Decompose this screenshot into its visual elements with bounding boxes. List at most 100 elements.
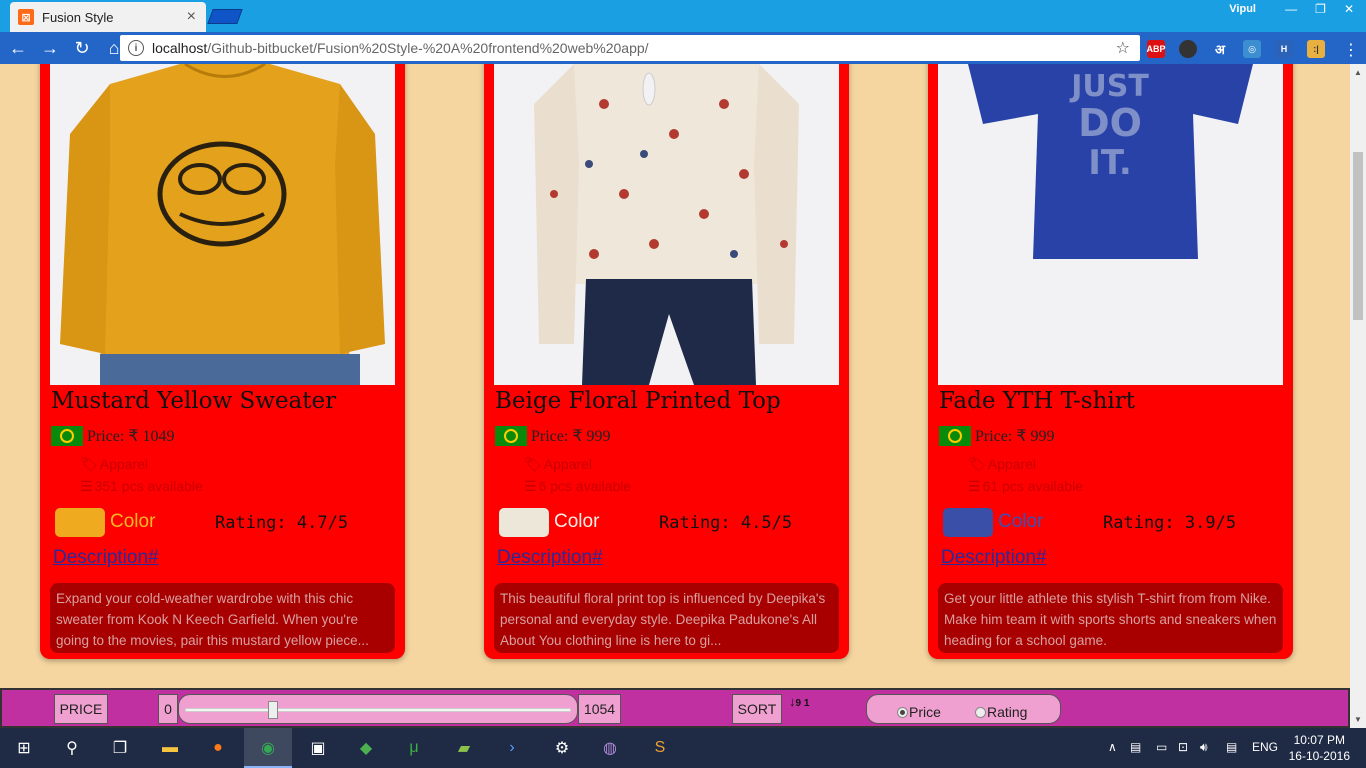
battery-icon[interactable]: ▭ xyxy=(1156,740,1167,754)
hindi-input-icon[interactable]: अ xyxy=(1211,40,1229,58)
sort-button[interactable]: SORT xyxy=(732,694,782,724)
radio-price-label: Price xyxy=(909,704,941,720)
description-link[interactable]: Description# xyxy=(497,547,603,569)
price-range-slider[interactable] xyxy=(178,694,578,724)
settings-gear-icon[interactable]: ⚙ xyxy=(550,736,574,760)
profile-user-name[interactable]: Vipul xyxy=(1229,3,1256,15)
notifications-icon[interactable]: ▤ xyxy=(1226,740,1237,754)
extension-face-icon[interactable]: :| xyxy=(1307,40,1325,58)
product-stock: 351 pcs available xyxy=(94,478,203,494)
price-filter-label[interactable]: PRICE xyxy=(54,694,108,724)
slider-track xyxy=(185,708,571,712)
product-card[interactable]: Mustard Yellow Sweater Price: ₹ 1049 🏷 Ap… xyxy=(40,64,405,659)
product-rating: Rating: 4.5/5 xyxy=(659,513,793,533)
page-scrollbar[interactable]: ▲ ▼ xyxy=(1350,64,1366,728)
extension-h-icon[interactable]: H xyxy=(1275,40,1293,58)
utorrent-icon[interactable]: μ xyxy=(402,736,426,760)
svg-text:JUST: JUST xyxy=(1069,69,1149,104)
search-icon[interactable]: ⚲ xyxy=(60,736,84,760)
radio-price-dot[interactable] xyxy=(897,706,908,718)
browser-tab[interactable]: ⊠ Fusion Style × xyxy=(10,2,206,32)
product-image[interactable] xyxy=(50,64,395,385)
folder-app-icon[interactable]: ▰ xyxy=(452,736,476,760)
list-icon: ☰ xyxy=(524,478,537,494)
close-window-icon[interactable]: ✕ xyxy=(1344,2,1354,16)
powershell-icon[interactable]: › xyxy=(500,736,524,760)
radio-rating-dot[interactable] xyxy=(975,706,986,718)
sort-numeric-desc-icon[interactable]: ↓9 1 xyxy=(789,695,809,710)
scrollbar-thumb[interactable] xyxy=(1353,152,1363,320)
task-view-icon[interactable]: ❐ xyxy=(108,736,132,760)
price-line: Price: ₹ 1049 xyxy=(51,426,175,446)
file-explorer-icon[interactable]: ▬ xyxy=(158,736,182,760)
product-description: Expand your cold-weather wardrobe with t… xyxy=(50,583,395,653)
list-icon: ☰ xyxy=(80,478,93,494)
extension-circle-icon[interactable] xyxy=(1179,40,1197,58)
new-tab-button[interactable] xyxy=(207,9,243,24)
network-icon[interactable]: ⊡ xyxy=(1178,740,1188,754)
product-category: Apparel xyxy=(987,456,1037,472)
app-cat-icon[interactable]: ◍ xyxy=(598,736,622,760)
scroll-down-icon[interactable]: ▼ xyxy=(1354,715,1362,724)
tag-icon: 🏷 xyxy=(524,456,542,472)
tab-title: Fusion Style xyxy=(42,9,114,25)
restore-icon[interactable]: ❐ xyxy=(1315,2,1326,16)
product-rating: Rating: 4.7/5 xyxy=(215,513,349,533)
radio-price[interactable]: Price xyxy=(897,704,941,720)
info-icon[interactable]: i xyxy=(128,40,144,56)
category-line: 🏷 Apparel xyxy=(968,456,1036,473)
system-clock[interactable]: 10:07 PM 16-10-2016 xyxy=(1289,732,1350,764)
bookmark-star-icon[interactable]: ☆ xyxy=(1116,38,1130,58)
tray-chevron-icon[interactable]: ∧ xyxy=(1108,740,1117,754)
tab-close-icon[interactable]: × xyxy=(187,8,196,26)
stock-line: ☰ 351 pcs available xyxy=(80,478,203,495)
tray-app-icon[interactable]: ▤ xyxy=(1130,740,1141,754)
windows-start-icon[interactable]: ⊞ xyxy=(12,736,36,760)
svg-text:IT.: IT. xyxy=(1088,143,1132,183)
reload-icon[interactable]: ↻ xyxy=(68,38,96,59)
internet-download-icon[interactable]: ◆ xyxy=(354,736,378,760)
color-label: Color xyxy=(998,511,1044,532)
product-stock: 6 pcs available xyxy=(538,478,632,494)
tag-icon: 🏷 xyxy=(968,456,986,472)
language-indicator[interactable]: ENG xyxy=(1252,740,1278,754)
firefox-icon[interactable]: ● xyxy=(206,736,230,760)
price-line: Price: ₹ 999 xyxy=(939,426,1055,446)
badge-icon xyxy=(939,426,971,446)
slider-handle[interactable] xyxy=(268,701,279,719)
svg-text:DO: DO xyxy=(1078,101,1142,145)
adblock-plus-icon[interactable]: ABP xyxy=(1147,40,1166,58)
product-card[interactable]: Beige Floral Printed Top Price: ₹ 999 🏷 A… xyxy=(484,64,849,659)
product-name: Mustard Yellow Sweater xyxy=(51,388,337,414)
description-link[interactable]: Description# xyxy=(53,547,159,569)
color-swatch xyxy=(55,508,105,537)
max-price-value: 1054 xyxy=(578,694,621,724)
product-name: Fade YTH T-shirt xyxy=(939,388,1136,414)
tag-icon: 🏷 xyxy=(80,456,98,472)
scroll-up-icon[interactable]: ▲ xyxy=(1354,68,1362,77)
minimize-icon[interactable]: — xyxy=(1285,2,1297,16)
forward-icon[interactable]: → xyxy=(36,38,64,59)
product-image[interactable] xyxy=(494,64,839,385)
clock-time: 10:07 PM xyxy=(1293,733,1345,747)
color-swatch xyxy=(499,508,549,537)
extension-blue-icon[interactable]: ◎ xyxy=(1243,40,1261,58)
window-controls: — ❐ ✕ xyxy=(1285,2,1354,16)
product-description: Get your little athlete this stylish T-s… xyxy=(938,583,1283,653)
chrome-icon[interactable]: ◉ xyxy=(256,736,280,760)
list-icon: ☰ xyxy=(968,478,981,494)
product-image[interactable]: JUST DO IT. xyxy=(938,64,1283,385)
product-card[interactable]: JUST DO IT. Fade YTH T-shirt Price: ₹ 99… xyxy=(928,64,1293,659)
volume-icon[interactable]: 🔊︎ xyxy=(1200,740,1208,755)
clock-date: 16-10-2016 xyxy=(1288,749,1350,763)
product-rating: Rating: 3.9/5 xyxy=(1103,513,1237,533)
description-link[interactable]: Description# xyxy=(941,547,1047,569)
address-bar[interactable]: i localhost /Github-bitbucket/Fusion%20S… xyxy=(120,35,1140,61)
stock-line: ☰ 6 pcs available xyxy=(524,478,631,495)
media-player-icon[interactable]: ▣ xyxy=(306,736,330,760)
radio-rating[interactable]: Rating xyxy=(975,704,1027,720)
chrome-menu-icon[interactable]: ⋮ xyxy=(1343,40,1359,60)
back-icon[interactable]: ← xyxy=(4,38,32,59)
sublime-text-icon[interactable]: S xyxy=(648,736,672,760)
windows-taskbar: ⊞ ⚲ ❐ ▬ ● ◉ ▣ ◆ μ ▰ › ⚙ ◍ S ∧ ▤ ▭ ⊡ 🔊︎ ▤… xyxy=(0,728,1366,768)
